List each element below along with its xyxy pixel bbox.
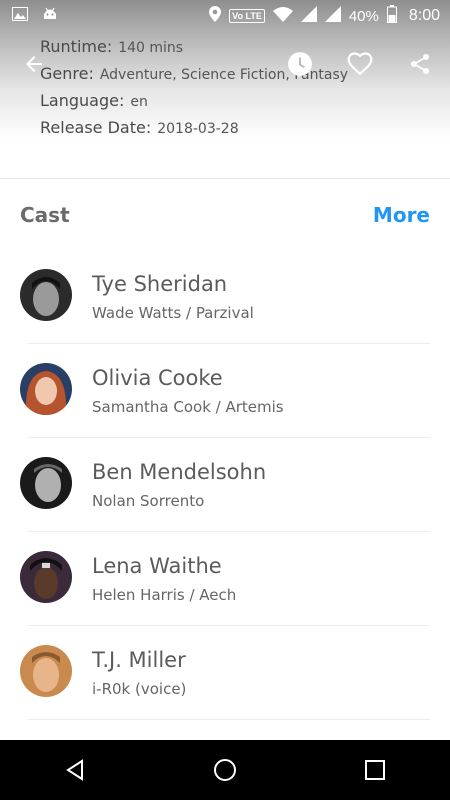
detail-release-date: Release Date: 2018-03-28 [40, 114, 348, 141]
battery-icon [386, 5, 397, 27]
signal-icon-2 [324, 6, 341, 26]
avatar [20, 363, 72, 415]
volte-badge: Vo LTE [229, 9, 265, 23]
avatar [20, 269, 72, 321]
battery-percent: 40% [348, 7, 379, 25]
cast-list: Tye Sheridan Wade Watts / Parzival Olivi… [0, 250, 450, 720]
cast-section-title: Cast [20, 203, 70, 227]
avatar [20, 457, 72, 509]
avatar [20, 645, 72, 697]
signal-icon [300, 6, 317, 26]
image-icon [12, 7, 28, 25]
cast-list-item[interactable]: Tye Sheridan Wade Watts / Parzival [0, 250, 450, 344]
detail-label: Language: [40, 91, 125, 110]
cast-role: Wade Watts / Parzival [92, 304, 254, 322]
action-bar [0, 48, 450, 84]
cast-role: Helen Harris / Aech [92, 586, 237, 604]
nav-recents-icon[interactable] [355, 750, 395, 790]
detail-value: 2018-03-28 [157, 121, 239, 137]
location-icon [209, 6, 222, 26]
wifi-icon [272, 6, 293, 26]
cast-name: T.J. Miller [92, 648, 186, 672]
cast-list-item[interactable]: Ben Mendelsohn Nolan Sorrento [0, 438, 450, 532]
detail-label: Release Date: [40, 118, 152, 137]
cast-list-item[interactable]: Olivia Cooke Samantha Cook / Artemis [0, 344, 450, 438]
share-icon[interactable] [404, 48, 436, 80]
cast-name: Lena Waithe [92, 554, 222, 578]
section-divider [0, 178, 450, 179]
back-icon[interactable] [18, 48, 50, 80]
watch-later-icon[interactable] [284, 48, 316, 80]
cast-role: Nolan Sorrento [92, 492, 205, 510]
avatar [20, 551, 72, 603]
more-cast-button[interactable]: More [373, 203, 430, 227]
cast-name: Tye Sheridan [92, 272, 228, 296]
favorite-icon[interactable] [344, 48, 376, 80]
cast-list-item[interactable]: Lena Waithe Helen Harris / Aech [0, 532, 450, 626]
cast-name: Ben Mendelsohn [92, 460, 267, 484]
detail-language: Language: en [40, 87, 348, 114]
cast-role: Samantha Cook / Artemis [92, 398, 284, 416]
list-divider [28, 719, 430, 720]
status-bar: Vo LTE 40% 8:00 [0, 0, 450, 32]
android-icon [42, 6, 58, 26]
nav-home-icon[interactable] [205, 750, 245, 790]
cast-list-item[interactable]: T.J. Miller i-R0k (voice) [0, 626, 450, 720]
cast-role: i-R0k (voice) [92, 680, 187, 698]
nav-back-icon[interactable] [55, 750, 95, 790]
detail-value: en [130, 94, 148, 110]
status-time: 8:00 [408, 7, 440, 24]
system-nav-bar [0, 740, 450, 800]
cast-name: Olivia Cooke [92, 366, 223, 390]
